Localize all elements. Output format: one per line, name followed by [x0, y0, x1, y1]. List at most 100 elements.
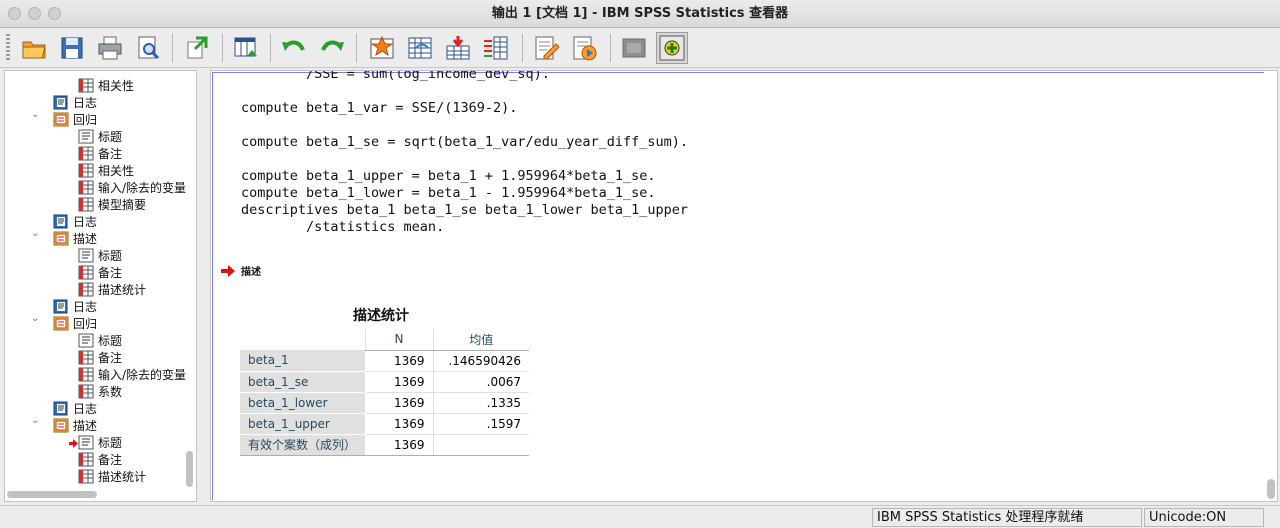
outline-item[interactable]: ⌄ 描述 — [31, 228, 98, 247]
save-icon[interactable] — [56, 32, 88, 64]
unicode-status: Unicode:ON — [1144, 508, 1264, 527]
descriptive-statistics-table[interactable]: N 均值 beta_1 1369.146590426 beta_1_se 1369.0… — [240, 329, 529, 456]
row-header[interactable]: beta_1_upper — [240, 413, 365, 435]
hide-output-icon[interactable] — [618, 32, 650, 64]
insert-variables-icon[interactable] — [480, 32, 512, 64]
goto-variable-icon[interactable] — [404, 32, 436, 64]
outline-item[interactable]: 标题 — [78, 128, 122, 145]
mean-cell[interactable]: .146590426 — [432, 350, 529, 372]
table-title: 描述统计 — [353, 308, 409, 324]
mean-cell[interactable]: .0067 — [432, 371, 529, 393]
outline-vertical-scrollbar[interactable] — [185, 71, 193, 487]
main-toolbar — [0, 28, 1280, 68]
current-item-arrow-icon — [221, 264, 235, 277]
table-icon — [78, 384, 94, 399]
outline-item-label: 备注 — [98, 351, 123, 365]
outline-item[interactable]: 日志 — [53, 213, 97, 230]
outline-item[interactable]: 日志 — [53, 400, 97, 417]
zoom-window-button[interactable] — [48, 7, 61, 20]
mean-cell[interactable]: .1335 — [432, 392, 529, 414]
chevron-down-icon[interactable]: ⌄ — [31, 415, 39, 426]
outline-item[interactable]: 系数 — [78, 383, 122, 400]
table-icon — [78, 163, 94, 178]
toolbar-separator — [610, 34, 611, 62]
processor-status: IBM SPSS Statistics 处理程序就绪 — [872, 508, 1142, 527]
outline-item[interactable]: 标题 — [69, 434, 122, 451]
goto-case-icon[interactable] — [366, 32, 398, 64]
descriptives-heading: 描述 — [241, 267, 261, 278]
descriptives-heading-row[interactable]: 描述 — [221, 263, 261, 278]
outline-item[interactable]: 日志 — [53, 298, 97, 315]
open-folder-icon[interactable] — [18, 32, 50, 64]
outline-item[interactable]: 标题 — [78, 247, 122, 264]
notes-icon — [78, 265, 94, 280]
outline-item[interactable]: 备注 — [78, 264, 122, 281]
table-icon — [78, 197, 94, 212]
outline-item[interactable]: 描述统计 — [78, 468, 146, 485]
outline-item[interactable]: 输入/除去的变量 — [78, 366, 186, 383]
outline-item[interactable]: 输入/除去的变量 — [78, 179, 186, 196]
outline-item[interactable]: ⌄ 回归 — [31, 109, 97, 128]
chevron-down-icon[interactable]: ⌄ — [31, 109, 39, 120]
table-row: beta_1_se 1369.0067 — [240, 371, 529, 393]
table-icon — [78, 180, 94, 195]
pane-splitter[interactable] — [199, 70, 208, 502]
minimize-window-button[interactable] — [28, 7, 41, 20]
run-script-icon[interactable] — [568, 32, 600, 64]
notes-icon — [78, 452, 94, 467]
outline-pane[interactable]: 相关性 日志 ⌄ 回归 标题 备注 相关性 输入/除去的变量 模型摘要 日志 ⌄ 描述 标题 备注 描述统计… — [4, 70, 197, 502]
outline-item-label: 日志 — [73, 300, 98, 314]
export-icon[interactable] — [182, 32, 214, 64]
outline-item-label: 描述 — [73, 419, 98, 433]
close-window-button[interactable] — [8, 7, 21, 20]
outline-item[interactable]: 相关性 — [78, 77, 134, 94]
viewer-vertical-scroll-thumb[interactable] — [1267, 479, 1275, 499]
outline-item-label: 备注 — [98, 266, 123, 280]
row-header[interactable]: beta_1_se — [240, 371, 365, 393]
n-cell[interactable]: 1369 — [364, 434, 433, 456]
designate-window-icon[interactable] — [656, 32, 688, 64]
insert-cases-icon[interactable] — [442, 32, 474, 64]
edit-syntax-icon[interactable] — [530, 32, 562, 64]
output-viewer-pane[interactable]: /SSE = sum(log_income_dev_sq). compute be… — [210, 70, 1278, 502]
outline-vertical-scroll-thumb[interactable] — [186, 451, 193, 487]
chevron-down-icon[interactable]: ⌄ — [31, 313, 39, 324]
print-preview-icon[interactable] — [132, 32, 164, 64]
title-icon — [78, 435, 94, 450]
row-header[interactable]: beta_1_lower — [240, 392, 365, 414]
toolbar-grip[interactable] — [6, 34, 10, 62]
print-icon[interactable] — [94, 32, 126, 64]
window-titlebar: 输出 1 [文档 1] - IBM SPSS Statistics 查看器 — [0, 0, 1280, 28]
row-header[interactable]: 有效个案数（成列） — [240, 434, 365, 456]
table-icon — [78, 367, 94, 382]
goto-data-icon[interactable] — [230, 32, 262, 64]
outline-item[interactable]: 备注 — [78, 451, 122, 468]
n-cell[interactable]: 1369 — [364, 413, 433, 435]
row-header[interactable]: beta_1 — [240, 350, 365, 372]
outline-item-label: 日志 — [73, 215, 98, 229]
n-cell[interactable]: 1369 — [364, 350, 433, 372]
mean-cell[interactable] — [432, 434, 529, 456]
n-cell[interactable]: 1369 — [364, 392, 433, 414]
outline-item-label: 描述 — [73, 232, 98, 246]
mean-cell[interactable]: .1597 — [432, 413, 529, 435]
outline-item[interactable]: 模型摘要 — [78, 196, 146, 213]
outline-horizontal-scrollbar[interactable] — [7, 490, 183, 499]
outline-item[interactable]: 描述统计 — [78, 281, 146, 298]
toolbar-separator — [172, 34, 173, 62]
outline-item[interactable]: 相关性 — [78, 162, 134, 179]
outline-item-label: 相关性 — [98, 79, 135, 93]
outline-horizontal-scroll-thumb[interactable] — [7, 491, 97, 498]
outline-item[interactable]: 备注 — [78, 145, 122, 162]
redo-icon[interactable] — [316, 32, 348, 64]
chevron-down-icon[interactable]: ⌄ — [31, 228, 39, 239]
outline-item[interactable]: 日志 — [53, 94, 97, 111]
outline-item[interactable]: 备注 — [78, 349, 122, 366]
outline-item[interactable]: 标题 — [78, 332, 122, 349]
outline-item-label: 日志 — [73, 402, 98, 416]
outline-item[interactable]: ⌄ 回归 — [31, 313, 97, 332]
outline-item-label: 备注 — [98, 453, 123, 467]
undo-icon[interactable] — [278, 32, 310, 64]
n-cell[interactable]: 1369 — [364, 371, 433, 393]
outline-item[interactable]: ⌄ 描述 — [31, 415, 98, 434]
